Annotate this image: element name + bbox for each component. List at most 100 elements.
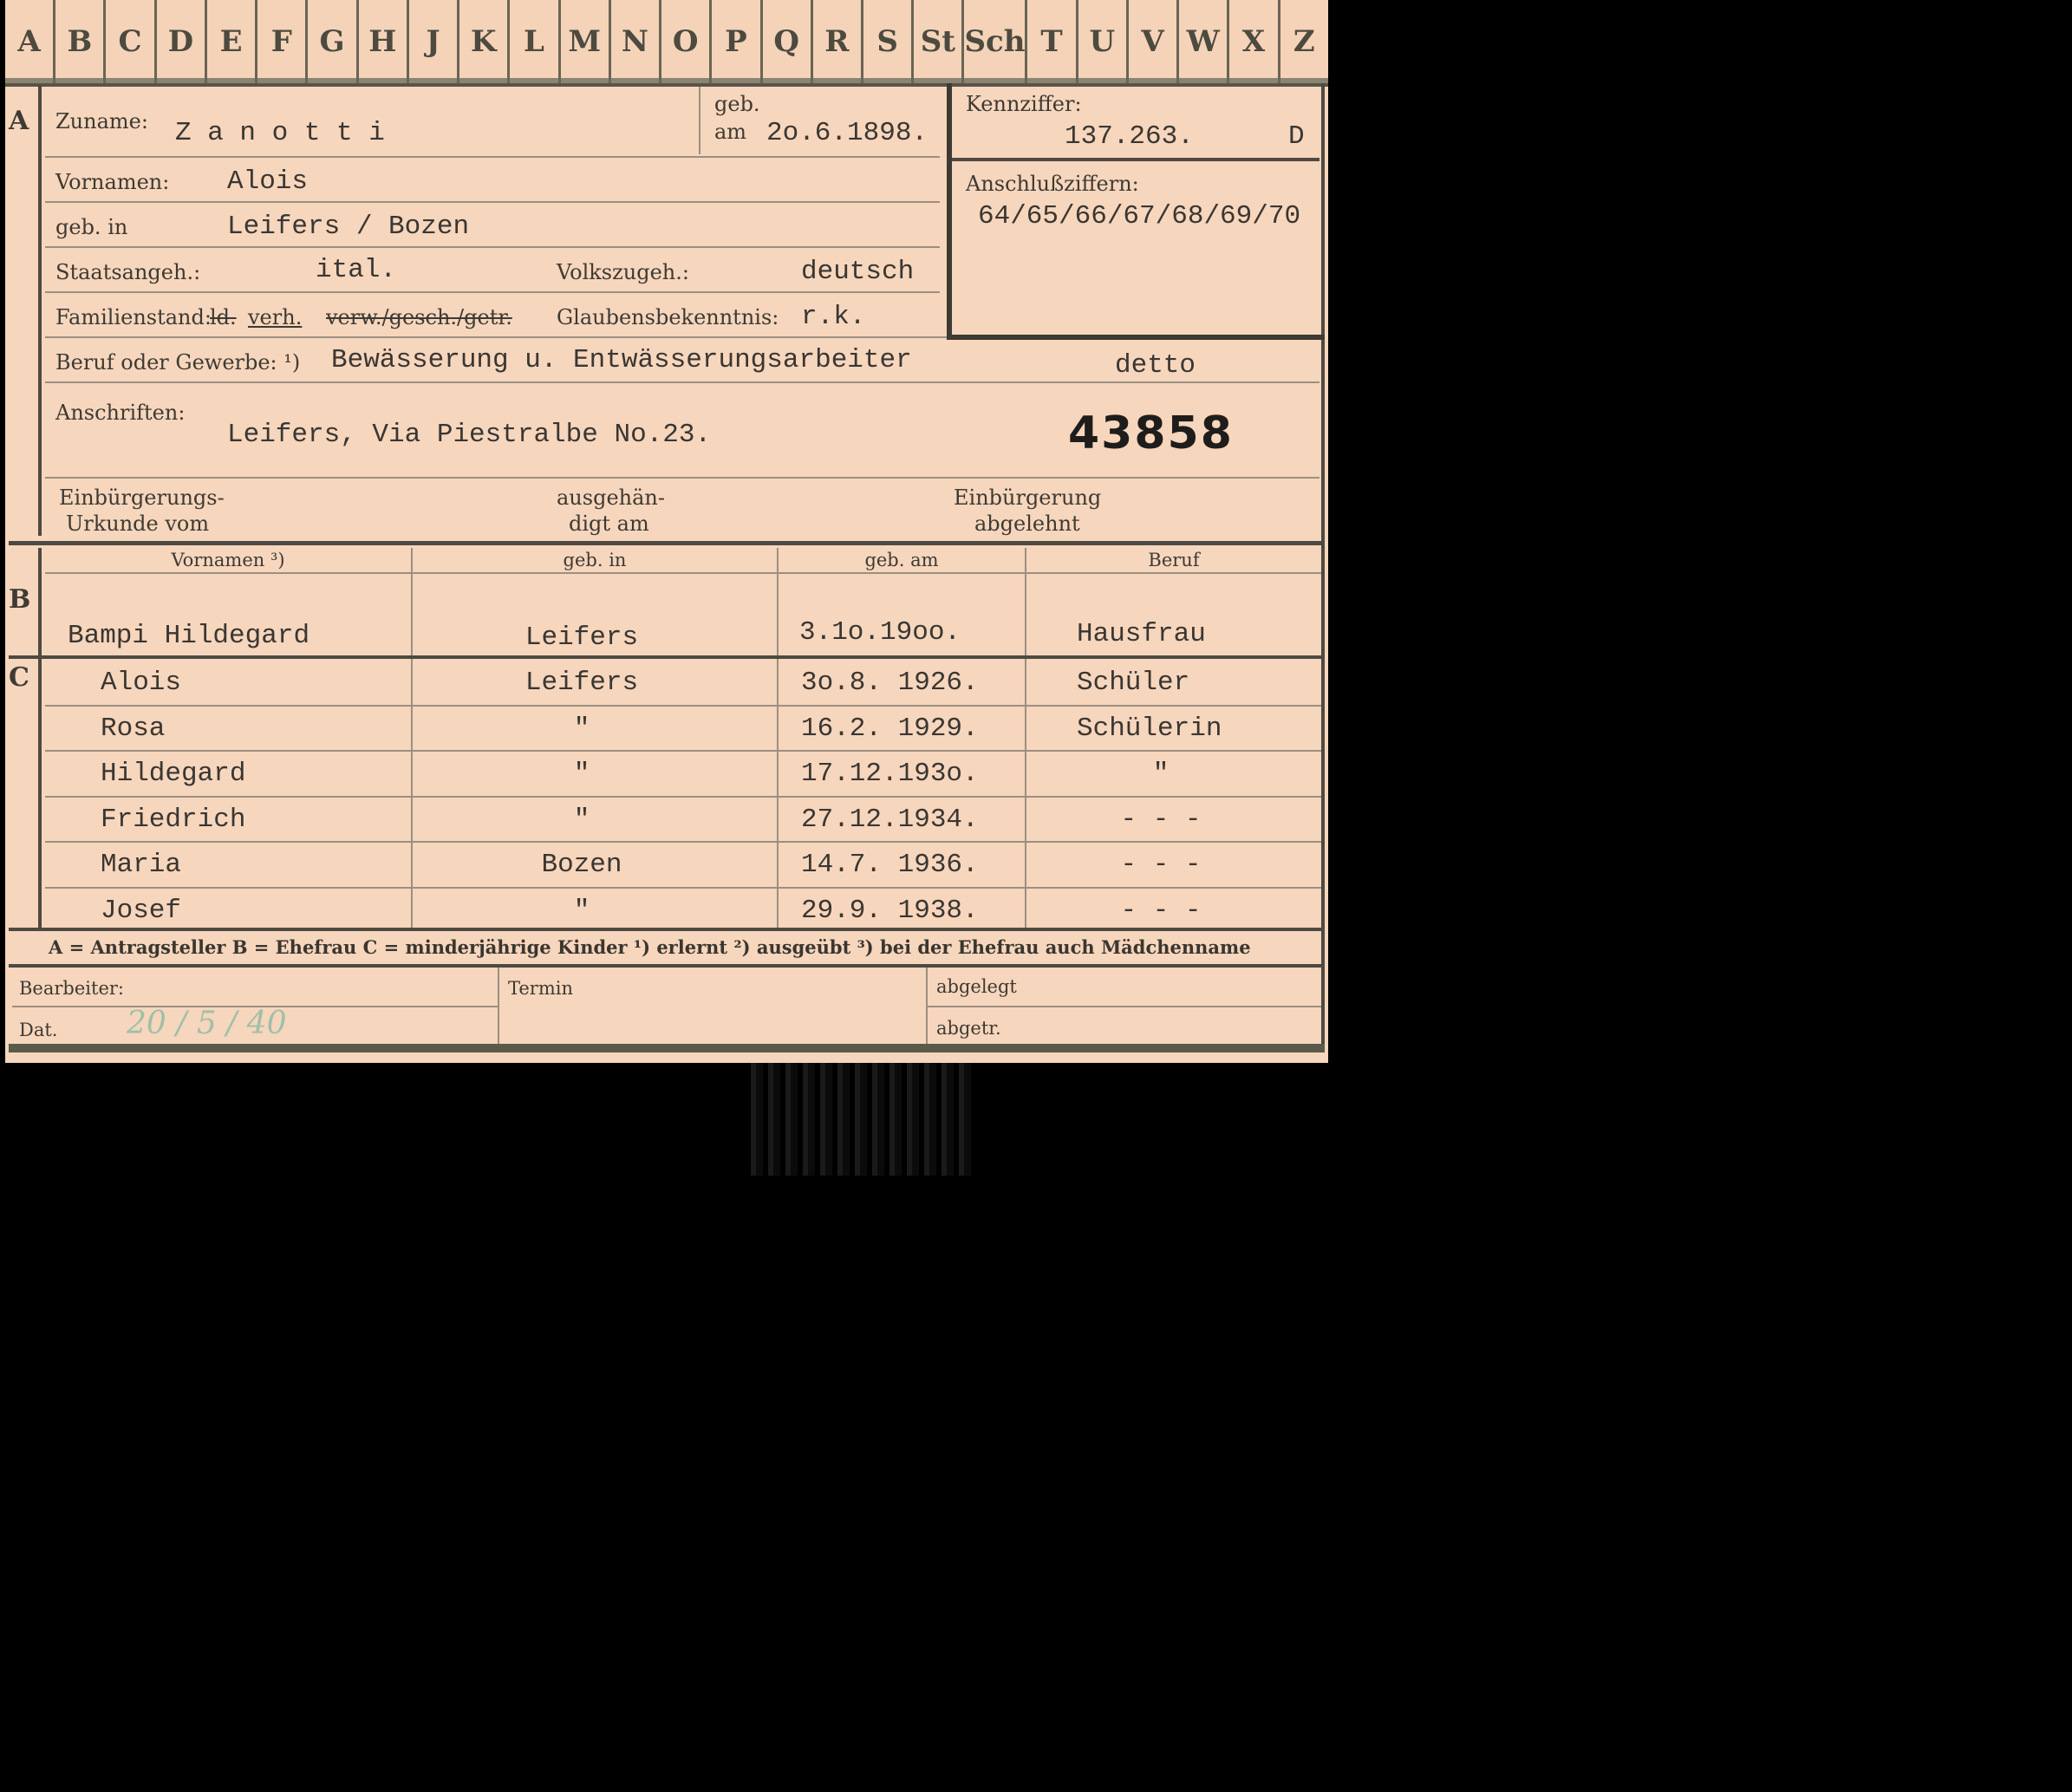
abgelegt-label: abgelegt	[936, 976, 1017, 997]
staatsangeh-label: Staatsangeh.:	[55, 260, 201, 284]
abgetr-label: abgetr.	[936, 1018, 1001, 1039]
tab-c[interactable]: C	[103, 0, 153, 83]
tab-w[interactable]: W	[1176, 0, 1227, 83]
divider	[45, 156, 940, 158]
divider	[45, 336, 947, 338]
tab-x[interactable]: X	[1227, 0, 1277, 83]
wife-born-in: Leifers	[525, 622, 639, 653]
tab-j[interactable]: J	[406, 0, 457, 83]
child-born-in: "	[573, 895, 590, 926]
child-born-on: 29.9. 1938.	[801, 895, 979, 926]
header-geb-am: geb. am	[864, 550, 939, 570]
tab-n[interactable]: N	[608, 0, 659, 83]
tab-e[interactable]: E	[204, 0, 255, 83]
section-divider	[9, 964, 1321, 968]
divider	[928, 1006, 1321, 1007]
vornamen-value: Alois	[227, 166, 309, 197]
child-name: Josef	[101, 895, 182, 926]
birth-date-value: 2o.6.1898.	[766, 118, 928, 148]
bottom-border	[9, 1044, 1325, 1052]
tab-t[interactable]: T	[1025, 0, 1075, 83]
tab-q[interactable]: Q	[759, 0, 811, 83]
bearbeiter-label: Bearbeiter:	[19, 978, 124, 999]
tab-h[interactable]: H	[355, 0, 407, 83]
section-bc-rule	[38, 548, 42, 928]
child-job: - - -	[1120, 895, 1202, 926]
anschluss-value: 64/65/66/67/68/69/70	[978, 201, 1301, 231]
tab-b[interactable]: B	[53, 0, 103, 83]
staatsangeh-value: ital.	[316, 255, 397, 285]
tab-k[interactable]: K	[457, 0, 507, 83]
child-job: - - -	[1120, 850, 1202, 880]
registration-card: A B C D E F G H J K L M N O P Q R S St Sch T U V W X Z A Zuname: …	[5, 0, 1328, 1063]
alphabet-tabs: A B C D E F G H J K L M N O P Q R S St Sch T U V W X Z	[5, 0, 1328, 87]
zuname-value: Z a n o t t i	[175, 118, 385, 148]
tab-a[interactable]: A	[5, 0, 53, 83]
tab-p[interactable]: P	[709, 0, 759, 83]
vornamen-label: Vornamen:	[55, 170, 170, 194]
tab-s[interactable]: S	[860, 0, 911, 83]
child-name: Maria	[101, 850, 182, 880]
tab-m[interactable]: M	[557, 0, 609, 83]
divider	[45, 886, 1321, 889]
tab-st[interactable]: St	[911, 0, 961, 83]
tab-sch[interactable]: Sch	[961, 0, 1025, 83]
divider	[45, 704, 1321, 707]
divider	[45, 750, 1321, 752]
kennziffer-suffix: D	[1288, 121, 1305, 152]
section-divider	[9, 541, 1321, 545]
tab-v[interactable]: V	[1125, 0, 1176, 83]
divider	[45, 381, 1319, 383]
familienstand-value: verh.	[248, 305, 303, 329]
familienstand-label: Familienstand:	[55, 305, 212, 329]
section-a-rule	[38, 85, 42, 536]
divider	[699, 87, 700, 154]
termin-label: Termin	[508, 978, 573, 999]
volkszugeh-value: deutsch	[801, 257, 915, 287]
ausgehaendigt-label-2: digt am	[569, 512, 649, 536]
divider	[45, 477, 1319, 479]
divider	[45, 291, 940, 293]
child-name: Rosa	[101, 713, 166, 744]
tab-g[interactable]: G	[305, 0, 355, 83]
tab-r[interactable]: R	[810, 0, 861, 83]
divider	[45, 201, 940, 203]
tab-d[interactable]: D	[153, 0, 205, 83]
tab-o[interactable]: O	[659, 0, 709, 83]
header-beruf: Beruf	[1148, 550, 1200, 570]
zuname-label: Zuname:	[55, 109, 148, 134]
anschluss-label: Anschlußziffern:	[966, 172, 1139, 196]
glauben-value: r.k.	[801, 302, 866, 332]
child-job: Schüler	[1077, 668, 1190, 698]
child-born-in: Leifers	[525, 668, 639, 698]
beruf-value: Bewässerung u. Entwässerungsarbeiter	[331, 345, 912, 375]
divider	[45, 246, 940, 248]
einb-abgelehnt-label-1: Einbürgerung	[954, 485, 1102, 510]
section-c-marker: C	[9, 662, 29, 693]
glauben-label: Glaubensbekenntnis:	[557, 305, 779, 329]
geb-in-label: geb. in	[55, 215, 128, 239]
tab-z[interactable]: Z	[1277, 0, 1328, 83]
volkszugeh-label: Volkszugeh.:	[557, 260, 689, 284]
einb-urkunde-label-2: Urkunde vom	[66, 512, 210, 536]
section-divider	[9, 928, 1321, 931]
column-rule	[777, 548, 779, 928]
section-a-marker: A	[9, 106, 29, 136]
dat-value: 20 / 5 / 40	[127, 1006, 287, 1041]
child-job: "	[1152, 759, 1170, 789]
familienstand-struck-1: ld.	[210, 305, 237, 329]
am-label: am	[714, 120, 747, 144]
child-born-in: "	[573, 759, 590, 789]
header-geb-in: geb. in	[563, 550, 627, 570]
section-b-marker: B	[9, 584, 31, 615]
column-rule	[498, 968, 499, 1044]
tab-f[interactable]: F	[255, 0, 305, 83]
child-name: Friedrich	[101, 804, 246, 835]
ausgehaendigt-label-1: ausgehän-	[557, 485, 665, 510]
geb-in-value: Leifers / Bozen	[227, 212, 470, 242]
tab-u[interactable]: U	[1075, 0, 1126, 83]
card-number: 43858	[1068, 407, 1234, 459]
header-vornamen: Vornamen ³)	[171, 550, 285, 570]
divider	[45, 795, 1321, 798]
tab-l[interactable]: L	[507, 0, 557, 83]
